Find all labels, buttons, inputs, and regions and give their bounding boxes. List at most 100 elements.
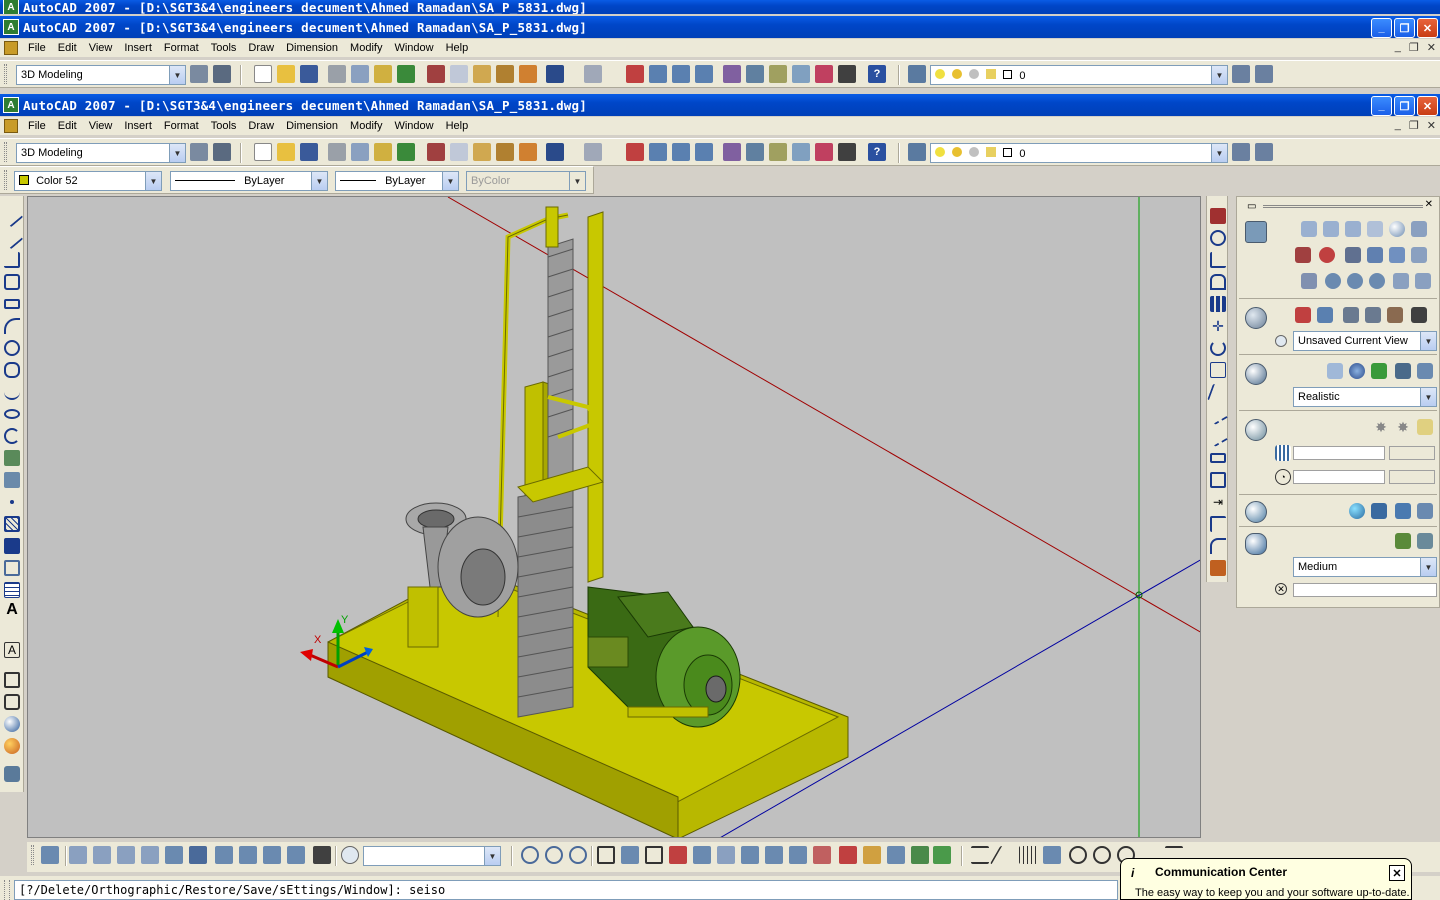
paste-icon[interactable]: [473, 143, 491, 161]
plot-icon[interactable]: [328, 143, 346, 161]
open-file-icon[interactable]: [277, 65, 295, 83]
calculator-icon[interactable]: [838, 143, 856, 161]
restore-button[interactable]: ❐: [1394, 96, 1415, 116]
calculator-icon[interactable]: [838, 65, 856, 83]
chevron-down-icon[interactable]: ▼: [1420, 332, 1436, 350]
render-icon[interactable]: [4, 766, 20, 782]
doc-minimize-button[interactable]: _: [1395, 41, 1401, 54]
face-style-icon[interactable]: [1417, 363, 1433, 379]
menu-view[interactable]: View: [83, 42, 119, 54]
autocad-app-icon[interactable]: A: [3, 19, 19, 35]
workspace-settings-icon[interactable]: [190, 143, 208, 161]
sheet-set-icon[interactable]: [792, 65, 810, 83]
chevron-down-icon[interactable]: ▼: [1420, 558, 1436, 576]
exposure-slider[interactable]: [1293, 583, 1437, 597]
gradient-icon[interactable]: [4, 538, 20, 554]
view-list-select[interactable]: ▼: [363, 846, 501, 866]
intersect-ring-icon[interactable]: [569, 846, 587, 864]
menu-edit[interactable]: Edit: [52, 120, 83, 132]
sw-isometric-icon[interactable]: [215, 846, 233, 864]
loft-icon[interactable]: [1367, 247, 1383, 263]
top-view-icon[interactable]: [69, 846, 87, 864]
help-icon[interactable]: ?: [868, 65, 886, 83]
save-icon[interactable]: [300, 143, 318, 161]
realistic-icon[interactable]: [1371, 363, 1387, 379]
circle-icon[interactable]: [4, 340, 20, 356]
insert-block-icon[interactable]: [4, 450, 20, 466]
chevron-down-icon[interactable]: ▼: [1211, 66, 1227, 84]
layer-properties-icon[interactable]: [908, 143, 926, 161]
material-mapping-icon[interactable]: [1371, 503, 1387, 519]
help-icon[interactable]: ?: [868, 143, 886, 161]
polyline-icon[interactable]: [4, 252, 20, 268]
3d-rotate-icon[interactable]: [933, 846, 951, 864]
dimension-aligned-icon[interactable]: [989, 846, 1019, 864]
menu-help[interactable]: Help: [440, 42, 475, 54]
3d-pan-icon[interactable]: [1295, 307, 1311, 323]
menu-format[interactable]: Format: [158, 42, 205, 54]
erase-icon[interactable]: [1210, 208, 1226, 224]
multiline-text-icon[interactable]: A: [4, 602, 20, 618]
design-center-icon[interactable]: [746, 143, 764, 161]
extrude-face-icon[interactable]: [597, 846, 615, 864]
union-icon[interactable]: [1325, 273, 1341, 289]
workspace-settings-icon[interactable]: [190, 65, 208, 83]
block-editor-icon[interactable]: [519, 65, 537, 83]
save-icon[interactable]: [300, 65, 318, 83]
make-object-layer-current-icon[interactable]: [1232, 143, 1250, 161]
menu-edit[interactable]: Edit: [52, 42, 83, 54]
camera-icon[interactable]: [1411, 307, 1427, 323]
front-view-icon[interactable]: [165, 846, 183, 864]
redo-icon[interactable]: [584, 65, 602, 83]
document-icon[interactable]: [4, 41, 18, 55]
dimension-diameter-icon[interactable]: [1093, 846, 1111, 864]
copy-icon[interactable]: [450, 143, 468, 161]
dimension-linear-icon[interactable]: [971, 846, 989, 864]
publish-icon[interactable]: [374, 143, 392, 161]
layer-properties-icon[interactable]: [908, 65, 926, 83]
torus-icon[interactable]: [4, 738, 20, 754]
camera-icon[interactable]: [313, 846, 331, 864]
chevron-down-icon[interactable]: ▼: [1420, 388, 1436, 406]
lineweight-control-select[interactable]: ByLayer ▼: [335, 171, 459, 191]
zoom-window-icon[interactable]: [672, 65, 690, 83]
menu-file[interactable]: File: [22, 42, 52, 54]
doc-close-button[interactable]: ✕: [1427, 41, 1436, 54]
workspace-icon[interactable]: [213, 143, 231, 161]
3d-move-icon[interactable]: [911, 846, 929, 864]
tool-palettes-icon[interactable]: [769, 65, 787, 83]
copy-object-icon[interactable]: [1210, 230, 1226, 246]
make-object-layer-current-icon[interactable]: [1232, 65, 1250, 83]
flatshot-icon[interactable]: [1415, 273, 1431, 289]
join-icon[interactable]: [1210, 472, 1226, 488]
3d-dwf-icon[interactable]: [397, 143, 415, 161]
mirror-icon[interactable]: [1210, 252, 1226, 268]
clean-icon[interactable]: [813, 846, 831, 864]
box-solid-icon[interactable]: [1301, 221, 1317, 237]
3d-navigate-icon[interactable]: [1245, 307, 1267, 329]
zoom-previous-icon[interactable]: [695, 65, 713, 83]
helix-icon[interactable]: [1411, 247, 1427, 263]
imprint-icon[interactable]: [789, 846, 807, 864]
layer-previous-icon[interactable]: [1255, 65, 1273, 83]
menu-view[interactable]: View: [83, 120, 119, 132]
render-window-icon[interactable]: [1417, 533, 1433, 549]
cut-icon[interactable]: [427, 143, 445, 161]
rectangle-icon[interactable]: [4, 299, 20, 309]
color-face-icon[interactable]: [765, 846, 783, 864]
back-view-icon[interactable]: [189, 846, 207, 864]
table-icon[interactable]: [4, 582, 20, 598]
sphere-icon[interactable]: [4, 716, 20, 732]
design-center-icon[interactable]: [746, 65, 764, 83]
sweep-icon[interactable]: [1345, 247, 1361, 263]
visual-styles-icon[interactable]: [1245, 363, 1267, 385]
menu-tools[interactable]: Tools: [205, 120, 243, 132]
cylinder-icon[interactable]: [1411, 221, 1427, 237]
subtract-icon[interactable]: [1347, 273, 1363, 289]
nw-isometric-icon[interactable]: [287, 846, 305, 864]
chamfer-icon[interactable]: [1210, 516, 1226, 532]
check-icon[interactable]: [887, 846, 905, 864]
cone-solid-icon[interactable]: [1367, 221, 1383, 237]
menu-modify[interactable]: Modify: [344, 120, 388, 132]
dimension-ordinate-icon[interactable]: [1019, 846, 1037, 864]
